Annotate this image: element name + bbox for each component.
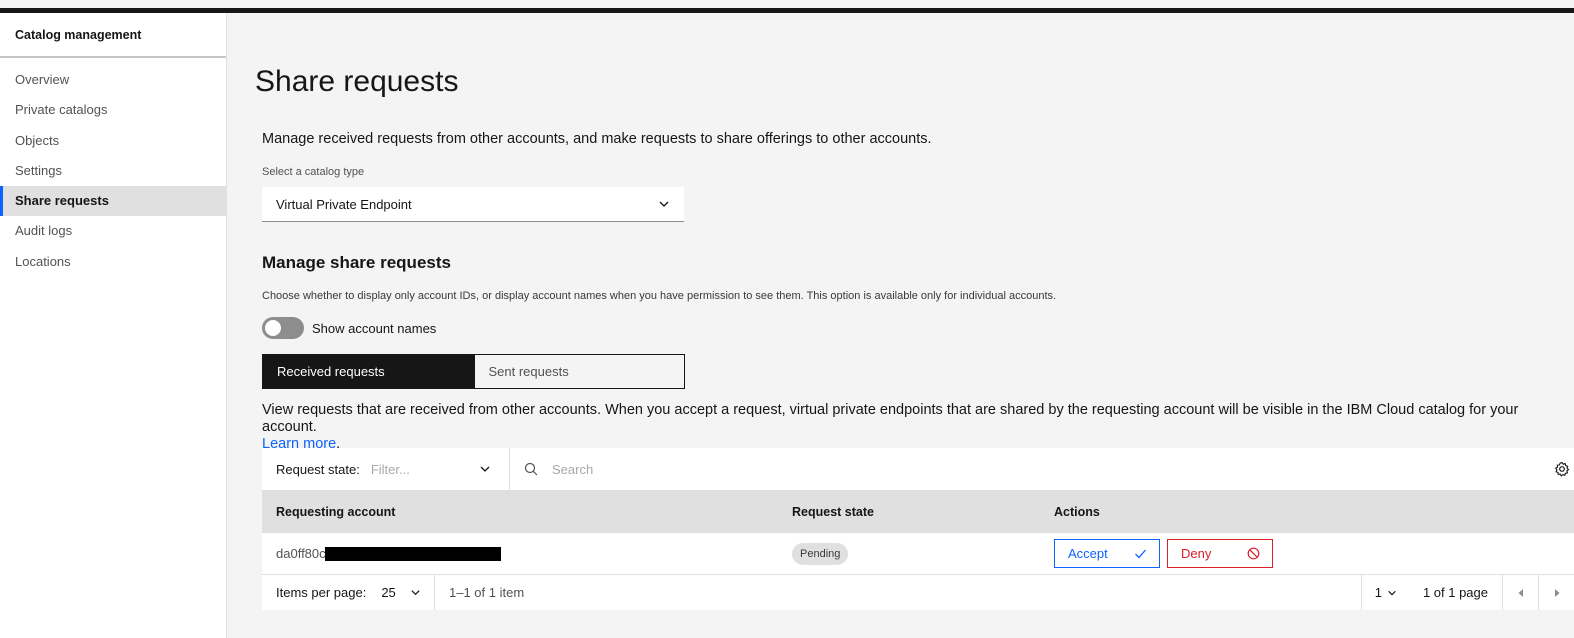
page-title: Share requests: [255, 65, 459, 98]
chevron-down-icon: [659, 201, 669, 207]
requesting-account-cell: da0ff80c: [262, 546, 792, 561]
table-toolbar: Request state: Filter...: [262, 448, 1574, 490]
requests-table: Request state: Filter... Requesting acco…: [262, 448, 1574, 610]
previous-page-button[interactable]: [1502, 575, 1538, 610]
pagination: Items per page: 25 1–1 of 1 item 1 1 of …: [262, 575, 1574, 610]
page-number-select[interactable]: 1: [1360, 575, 1406, 610]
redaction-bar: [324, 546, 501, 561]
page-intro: Manage received requests from other acco…: [262, 131, 932, 147]
sidebar-nav: Overview Private catalogs Objects Settin…: [0, 65, 226, 277]
chevron-down-icon: [480, 466, 490, 472]
chevron-down-icon: [1388, 590, 1396, 595]
gear-icon[interactable]: [1554, 461, 1570, 477]
tab-received-requests[interactable]: Received requests: [263, 355, 474, 388]
sidebar-item-private-catalogs[interactable]: Private catalogs: [0, 95, 226, 125]
catalog-type-value: Virtual Private Endpoint: [276, 197, 412, 212]
page-number: 1: [1374, 585, 1382, 600]
table-row: da0ff80c Pending Accept Deny: [262, 533, 1574, 575]
show-account-names-label: Show account names: [312, 320, 437, 336]
page-count: 1 of 1 page: [1422, 585, 1488, 600]
chevron-down-icon: [411, 590, 420, 596]
header-actions: Actions: [1054, 504, 1100, 519]
items-per-page-label: Items per page:: [276, 585, 367, 600]
show-account-names-row: Show account names: [262, 317, 436, 339]
tab-sent-requests[interactable]: Sent requests: [473, 355, 684, 388]
caret-right-icon: [1554, 588, 1559, 597]
block-icon: [1247, 547, 1260, 560]
search-input[interactable]: [552, 461, 1252, 477]
items-per-page-value: 25: [381, 585, 396, 600]
sidebar-item-settings[interactable]: Settings: [0, 156, 226, 186]
checkmark-icon: [1135, 549, 1146, 559]
sidebar-item-audit-logs[interactable]: Audit logs: [0, 216, 226, 246]
item-range: 1–1 of 1 item: [449, 585, 525, 600]
items-per-page-select[interactable]: Items per page: 25: [262, 575, 435, 610]
catalog-type-select[interactable]: Virtual Private Endpoint: [262, 187, 684, 222]
next-page-button[interactable]: [1538, 575, 1574, 610]
sidebar-item-share-requests[interactable]: Share requests: [0, 186, 226, 217]
request-state-cell: Pending: [792, 542, 1054, 565]
sidebar-item-overview[interactable]: Overview: [0, 65, 226, 95]
request-state-filter[interactable]: Request state: Filter...: [262, 448, 510, 490]
accept-label: Accept: [1068, 546, 1108, 561]
sidebar: Catalog management Overview Private cata…: [0, 13, 227, 638]
sidebar-item-locations[interactable]: Locations: [0, 247, 226, 277]
show-account-names-toggle[interactable]: [262, 317, 304, 339]
actions-cell: Accept Deny: [1054, 539, 1574, 568]
sidebar-item-objects[interactable]: Objects: [0, 126, 226, 156]
header-request-state[interactable]: Request state: [792, 505, 1054, 519]
deny-button[interactable]: Deny: [1167, 539, 1273, 568]
account-id: da0ff80c: [276, 546, 326, 561]
table-search: [510, 448, 1574, 490]
catalog-type-label: Select a catalog type: [262, 166, 365, 178]
table-header: Requesting account Request state Actions: [262, 490, 1574, 533]
caret-left-icon: [1518, 588, 1523, 597]
toggle-knob: [265, 320, 281, 336]
deny-label: Deny: [1181, 546, 1212, 561]
manage-section-description: Choose whether to display only account I…: [262, 290, 1057, 302]
page-controls: 1 1 of 1 page: [1360, 575, 1574, 610]
sidebar-title: Catalog management: [0, 13, 226, 58]
status-badge: Pending: [792, 542, 849, 565]
filter-placeholder: Filter...: [370, 461, 410, 477]
accept-button[interactable]: Accept: [1054, 539, 1160, 568]
main-content: Share requests Manage received requests …: [227, 13, 1574, 638]
header-requesting-account[interactable]: Requesting account: [262, 505, 792, 519]
requests-content-switcher: Received requests Sent requests: [262, 354, 685, 389]
search-icon: [524, 462, 538, 476]
manage-section-title: Manage share requests: [262, 253, 451, 272]
received-requests-description: View requests that are received from oth…: [262, 402, 1572, 453]
received-description-text: View requests that are received from oth…: [262, 402, 1519, 435]
filter-label: Request state:: [276, 461, 360, 477]
